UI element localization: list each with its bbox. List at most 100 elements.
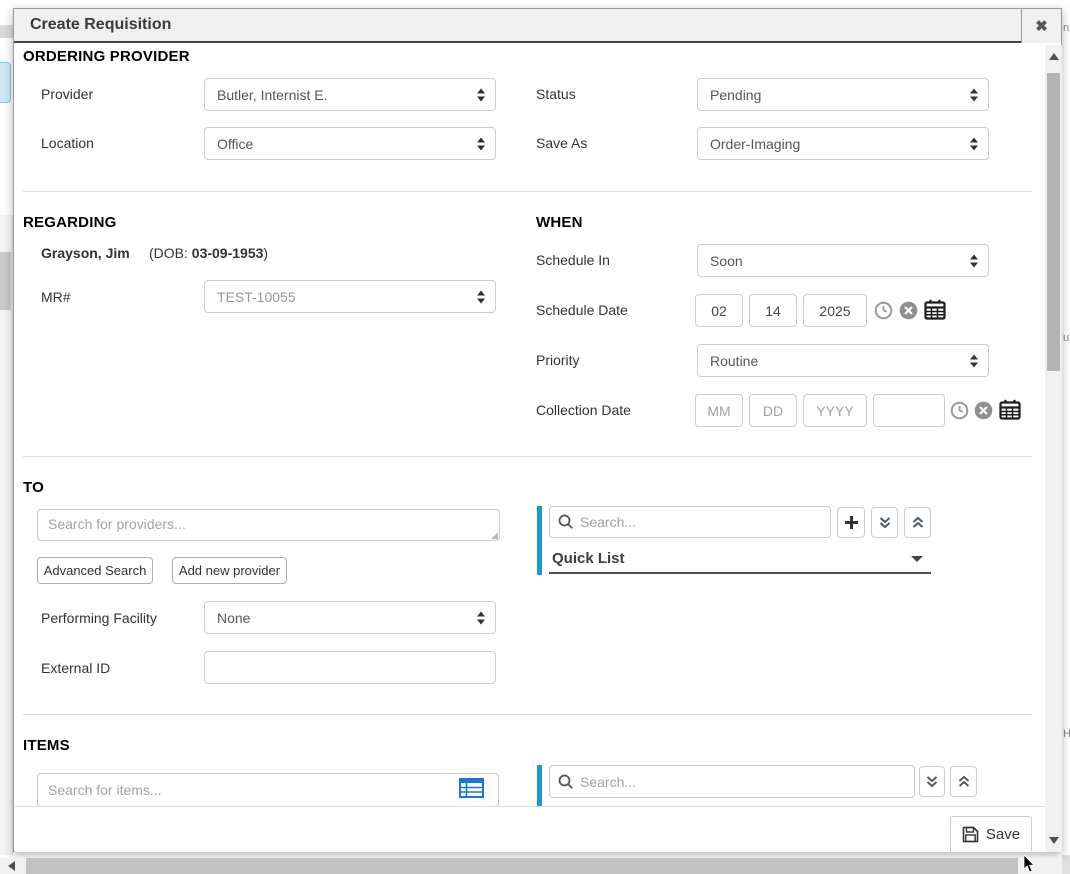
background-ui-fragment — [0, 215, 13, 855]
dob-value: 03-09-1953 — [192, 245, 264, 261]
schedule-date-clear-icon[interactable] — [899, 301, 918, 320]
priority-select[interactable]: Routine — [697, 344, 989, 377]
advanced-search-button[interactable]: Advanced Search — [37, 557, 153, 584]
background-ui-fragment — [0, 62, 11, 103]
background-text-fragment: ur — [1063, 332, 1070, 344]
provider-select[interactable]: Butler, Internist E. — [204, 78, 496, 111]
collection-date-time-icon[interactable] — [950, 401, 969, 420]
collection-date-day-input[interactable] — [749, 394, 797, 427]
patient-dob: (DOB: 03-09-1953) — [149, 245, 268, 261]
scroll-up-arrow-icon[interactable] — [1049, 53, 1059, 60]
select-caret-icon — [477, 137, 485, 150]
location-select-value: Office — [217, 136, 253, 152]
schedule-date-day-input[interactable] — [749, 294, 797, 327]
performing-facility-select[interactable]: None — [204, 601, 496, 634]
expand-all-button[interactable] — [919, 766, 945, 797]
items-quick-search-input[interactable] — [580, 774, 906, 790]
location-select[interactable]: Office — [204, 127, 496, 160]
expand-all-button[interactable] — [871, 507, 898, 538]
schedule-in-label: Schedule In — [536, 252, 610, 268]
provider-search-field — [37, 509, 500, 541]
schedule-date-month-input[interactable] — [695, 294, 743, 327]
collapse-all-button[interactable] — [904, 507, 931, 538]
section-heading-items: ITEMS — [23, 737, 70, 754]
collection-date-label: Collection Date — [536, 402, 631, 418]
add-new-provider-button[interactable]: Add new provider — [172, 557, 287, 584]
scrollbar-corner — [1062, 855, 1070, 874]
location-label: Location — [41, 135, 94, 151]
provider-select-value: Butler, Internist E. — [217, 87, 328, 103]
mr-select[interactable]: TEST-10055 — [204, 280, 496, 313]
quick-panel-accent-bar — [537, 506, 542, 575]
collection-date-calendar-icon[interactable] — [999, 399, 1021, 420]
horizontal-scrollbar-thumb[interactable] — [26, 858, 1018, 874]
status-label: Status — [536, 86, 576, 102]
to-quick-search-field — [549, 506, 831, 538]
status-select-value: Pending — [710, 87, 761, 103]
select-caret-icon — [477, 611, 485, 624]
to-quick-search-input[interactable] — [580, 514, 822, 530]
scroll-left-arrow-icon[interactable] — [8, 861, 15, 871]
mr-select-value: TEST-10055 — [217, 289, 296, 305]
chevron-double-down-icon — [925, 775, 939, 789]
items-quick-search-field — [549, 765, 915, 798]
schedule-in-select[interactable]: Soon — [697, 244, 989, 277]
save-as-select-value: Order-Imaging — [710, 136, 800, 152]
background-ui-fragment — [0, 25, 13, 38]
status-select[interactable]: Pending — [697, 78, 989, 111]
schedule-in-select-value: Soon — [710, 253, 743, 269]
background-text-fragment: n — [1063, 22, 1069, 34]
section-heading-regarding: REGARDING — [23, 214, 116, 231]
horizontal-scrollbar[interactable] — [0, 858, 1062, 874]
select-caret-icon — [970, 88, 978, 101]
item-list-table-icon[interactable] — [459, 778, 484, 798]
section-divider — [23, 191, 1032, 192]
priority-label: Priority — [536, 352, 580, 368]
scroll-down-arrow-icon[interactable] — [1049, 837, 1059, 844]
performing-facility-select-value: None — [217, 610, 250, 626]
chevron-double-down-icon — [878, 516, 892, 530]
save-button-label: Save — [986, 826, 1020, 843]
collection-time-input[interactable] — [873, 394, 945, 427]
save-as-select[interactable]: Order-Imaging — [697, 127, 989, 160]
collection-date-year-input[interactable] — [803, 394, 867, 427]
item-search-input[interactable] — [37, 773, 499, 807]
dialog-header: Create Requisition ✖ — [14, 9, 1061, 43]
chevron-double-up-icon — [957, 775, 971, 789]
select-caret-icon — [970, 354, 978, 367]
section-divider — [23, 714, 1032, 715]
section-heading-to: TO — [23, 479, 44, 496]
quick-list-underline — [549, 572, 931, 574]
dialog-footer: Save — [15, 806, 1046, 852]
add-provider-quick-button[interactable] — [837, 507, 865, 538]
save-button[interactable]: Save — [950, 816, 1032, 853]
priority-select-value: Routine — [710, 353, 758, 369]
save-as-label: Save As — [536, 135, 587, 151]
resize-grip-icon[interactable] — [491, 532, 498, 539]
page: n ur H Create Requisition ✖ ORDERING PRO… — [0, 0, 1070, 874]
create-requisition-dialog: Create Requisition ✖ ORDERING PROVIDER P… — [13, 8, 1062, 852]
provider-label: Provider — [41, 86, 93, 102]
select-caret-icon — [970, 137, 978, 150]
close-icon: ✖ — [1035, 17, 1048, 35]
external-id-label: External ID — [41, 660, 110, 676]
close-button[interactable]: ✖ — [1021, 9, 1061, 43]
select-caret-icon — [970, 254, 978, 267]
external-id-input[interactable] — [204, 651, 496, 684]
quick-list-header[interactable]: Quick List — [552, 550, 625, 567]
vertical-scrollbar[interactable] — [1045, 45, 1062, 852]
schedule-date-calendar-icon[interactable] — [924, 299, 946, 320]
save-icon — [962, 826, 979, 843]
quick-panel-accent-bar — [537, 765, 542, 809]
select-caret-icon — [477, 290, 485, 303]
collection-date-clear-icon[interactable] — [974, 401, 993, 420]
collection-date-month-input[interactable] — [695, 394, 743, 427]
provider-search-input[interactable] — [37, 509, 500, 541]
section-divider — [23, 456, 1032, 457]
collapse-all-button[interactable] — [950, 766, 977, 797]
schedule-date-time-icon[interactable] — [874, 301, 893, 320]
vertical-scrollbar-thumb[interactable] — [1047, 73, 1060, 371]
schedule-date-year-input[interactable] — [803, 294, 867, 327]
mr-label: MR# — [41, 289, 71, 305]
chevron-down-icon[interactable] — [911, 556, 923, 562]
